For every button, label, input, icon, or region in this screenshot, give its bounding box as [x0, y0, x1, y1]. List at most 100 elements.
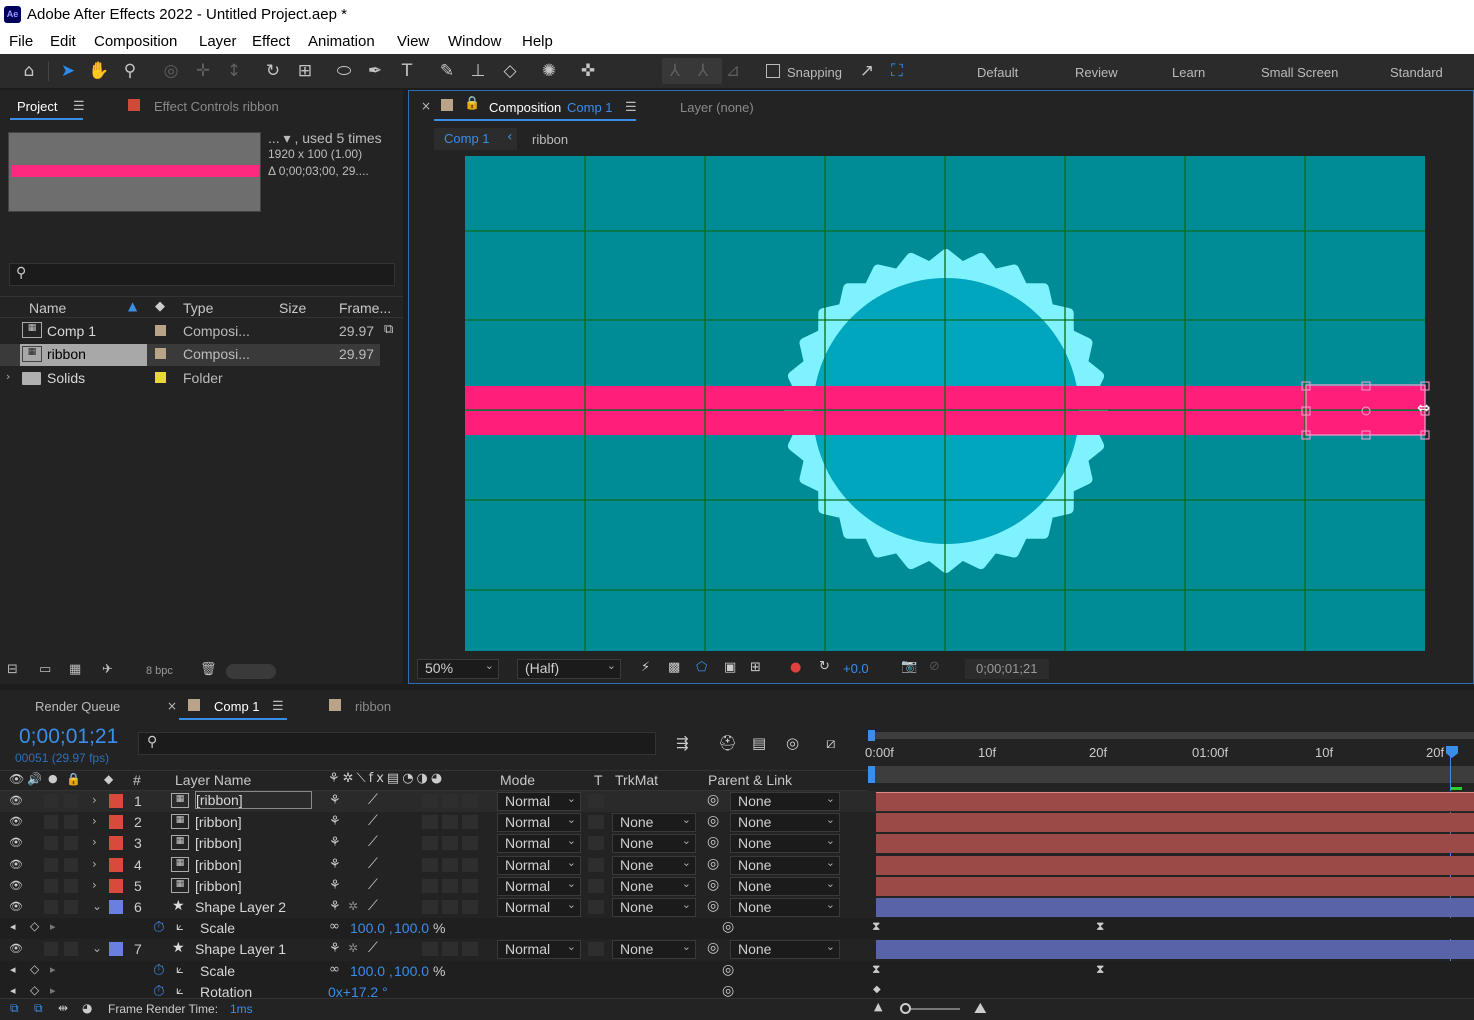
- composition-viewer[interactable]: ⇔: [409, 154, 1473, 651]
- solo-toggle[interactable]: [44, 794, 58, 808]
- constrain-proportions-icon[interactable]: ∞: [329, 919, 340, 934]
- label-color-swatch[interactable]: [109, 836, 123, 851]
- lock-toggle[interactable]: [64, 794, 78, 808]
- new-folder-icon[interactable]: ▭: [39, 662, 51, 677]
- quality-slash-icon[interactable]: ⟋: [368, 877, 378, 893]
- solo-icon[interactable]: ●: [48, 772, 58, 785]
- label-color-swatch[interactable]: [109, 942, 123, 957]
- label-color-swatch[interactable]: [109, 815, 123, 830]
- sort-ascending-icon[interactable]: ▲: [128, 299, 137, 313]
- expression-pick-whip-icon[interactable]: ◎: [722, 983, 734, 999]
- shy-icon[interactable]: ⚘: [329, 857, 341, 872]
- blend-mode-dropdown[interactable]: Normal ⌄: [497, 813, 581, 833]
- blend-mode-dropdown[interactable]: Normal ⌄: [497, 940, 581, 960]
- tab-project[interactable]: Project: [17, 99, 57, 114]
- project-item-ribbon[interactable]: ▦ ribbon Composi... 29.97: [0, 344, 380, 366]
- label-tag-icon[interactable]: ◆: [155, 299, 165, 314]
- scale-x-value[interactable]: 100.0 ,: [350, 920, 393, 936]
- channel-icon[interactable]: ●: [790, 660, 801, 675]
- trash-icon[interactable]: 🗑: [200, 662, 217, 677]
- current-time-display[interactable]: 0;00;01;21: [965, 659, 1049, 679]
- workspace-standard[interactable]: Standard: [1390, 65, 1443, 80]
- hand-tool-icon[interactable]: ✋: [88, 60, 110, 82]
- motion-blur-icon[interactable]: ◎: [786, 734, 799, 752]
- brush-tool-icon[interactable]: ✎: [436, 60, 458, 82]
- bit-depth-button[interactable]: 8 bpc: [146, 665, 173, 677]
- switch-box[interactable]: [462, 857, 478, 872]
- constrain-proportions-icon[interactable]: ∞: [329, 962, 340, 977]
- flowchart-icon[interactable]: ⧉: [384, 322, 393, 337]
- quality-slash-icon[interactable]: ⟋: [368, 813, 378, 829]
- preserve-transparency-toggle[interactable]: [588, 836, 604, 851]
- switch-box[interactable]: [442, 794, 458, 808]
- chevron-down-icon[interactable]: ⌄: [92, 941, 102, 955]
- quality-slash-icon[interactable]: ⟋: [368, 856, 378, 872]
- chevron-right-icon[interactable]: ›: [92, 814, 97, 828]
- layer-duration-bar[interactable]: [876, 792, 1474, 811]
- pick-whip-icon[interactable]: ◎: [707, 940, 719, 956]
- menu-window[interactable]: Window: [448, 33, 501, 50]
- next-keyframe-icon[interactable]: ▸: [50, 963, 56, 976]
- in-out-toggle-icon[interactable]: ⇹: [58, 1001, 68, 1015]
- parent-dropdown[interactable]: None ⌄: [730, 813, 840, 833]
- expression-pick-whip-icon[interactable]: ◎: [722, 919, 734, 935]
- label-color-swatch[interactable]: [109, 857, 123, 872]
- layer-name[interactable]: [ribbon]: [195, 835, 242, 851]
- snapping-checkbox[interactable]: [766, 64, 780, 78]
- close-tab-icon[interactable]: ×: [421, 99, 431, 113]
- scale-y-value[interactable]: 100.0: [394, 963, 429, 979]
- magnification-dropdown[interactable]: 50% ⌄: [417, 659, 499, 679]
- dolly-camera-icon[interactable]: ↕: [223, 60, 245, 82]
- workspace-small-screen[interactable]: Small Screen: [1261, 65, 1338, 80]
- tab-render-queue[interactable]: Render Queue: [35, 699, 120, 714]
- quality-slash-icon[interactable]: ⟋: [368, 834, 378, 850]
- column-layer-name[interactable]: Layer Name: [175, 772, 251, 788]
- track-matte-dropdown[interactable]: None ⌄: [612, 813, 696, 833]
- clone-stamp-icon[interactable]: ⊥: [467, 60, 489, 82]
- switch-box[interactable]: [422, 857, 438, 872]
- column-size[interactable]: Size: [279, 300, 306, 316]
- solo-toggle[interactable]: [44, 857, 58, 872]
- blend-mode-dropdown[interactable]: Normal ⌄: [497, 855, 581, 875]
- lock-icon[interactable]: 🔒: [464, 96, 480, 111]
- resolution-dropdown[interactable]: (Half) ⌄: [517, 659, 621, 679]
- eye-icon[interactable]: 👁: [9, 858, 23, 872]
- close-tab-icon[interactable]: ×: [167, 699, 177, 713]
- switch-box[interactable]: [422, 836, 438, 851]
- switch-box[interactable]: [422, 815, 438, 830]
- chevron-right-icon[interactable]: ›: [92, 878, 97, 892]
- layer-row[interactable]: 👁 › 1 ▦ [ribbon] ⚘ ⟋ Normal ⌄ ◎ None ⌄: [0, 791, 1474, 812]
- column-parent-link[interactable]: Parent & Link: [708, 772, 792, 788]
- breadcrumb-comp1[interactable]: Comp 1 ‹: [434, 128, 517, 150]
- snapshot-camera-icon[interactable]: 📷: [901, 659, 917, 674]
- home-icon[interactable]: ⌂: [18, 60, 40, 82]
- switch-box[interactable]: [442, 836, 458, 851]
- quality-slash-icon[interactable]: ⟋: [368, 792, 378, 808]
- shy-icon[interactable]: ⚘: [329, 941, 341, 956]
- rotation-tool-icon[interactable]: ↻: [262, 60, 284, 82]
- mask-visibility-icon[interactable]: ⬠: [696, 660, 707, 675]
- exposure-value[interactable]: +0.0: [843, 661, 869, 676]
- work-area-bar[interactable]: [868, 732, 1474, 739]
- tab-effect-controls[interactable]: Effect Controls ribbon: [154, 99, 279, 114]
- track-matte-dropdown[interactable]: None ⌄: [612, 898, 696, 917]
- anchor-point-tool-icon[interactable]: ⊞: [294, 60, 316, 82]
- switch-box[interactable]: [462, 900, 478, 914]
- layer-name[interactable]: Shape Layer 1: [195, 941, 286, 957]
- layer-name[interactable]: [ribbon]: [195, 878, 242, 894]
- switch-box[interactable]: [462, 878, 478, 893]
- lock-toggle[interactable]: [64, 836, 78, 851]
- panel-menu-icon[interactable]: ☰: [272, 698, 284, 714]
- scale-y-value[interactable]: 100.0: [394, 920, 429, 936]
- tab-layer[interactable]: Layer (none): [680, 100, 754, 115]
- region-of-interest-icon[interactable]: ▣: [724, 660, 736, 675]
- switches-icons[interactable]: ⚘✲⟍fx▤◔◑◕: [328, 771, 445, 786]
- zoom-slider-thumb[interactable]: [900, 1003, 911, 1014]
- layer-row[interactable]: 👁 › 3 ▦ [ribbon] ⚘ ⟋ Normal ⌄ None ⌄ ◎ None ⌄: [0, 833, 1474, 854]
- next-keyframe-icon[interactable]: ▸: [50, 920, 56, 933]
- shy-icon[interactable]: ⚘: [329, 899, 341, 914]
- switch-box[interactable]: [462, 815, 478, 830]
- show-snapshot-icon[interactable]: ⊘: [929, 659, 940, 674]
- tab-comp1[interactable]: Comp 1: [214, 699, 260, 714]
- layer-duration-bar[interactable]: [876, 813, 1474, 833]
